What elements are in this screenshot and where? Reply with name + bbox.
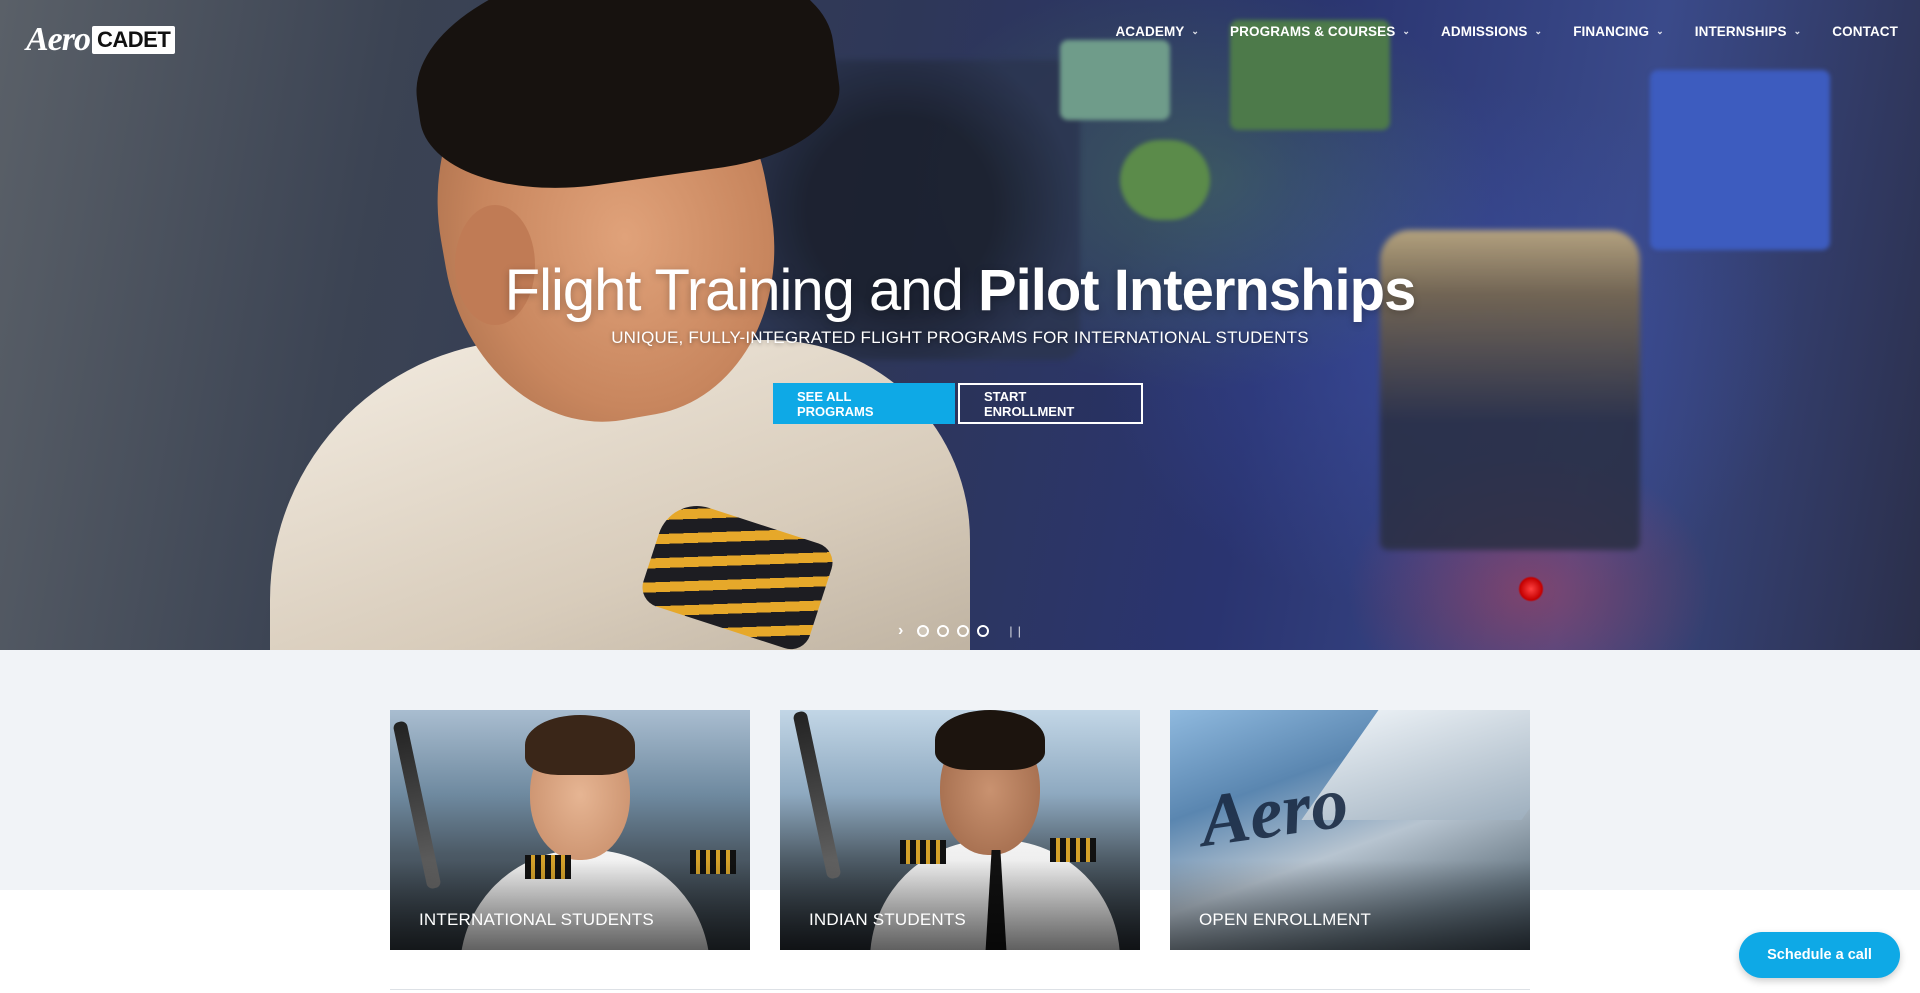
card-label: INTERNATIONAL STUDENTS bbox=[419, 910, 654, 929]
hero-title-light: Flight Training and bbox=[504, 258, 978, 323]
card-shade bbox=[780, 860, 1140, 950]
schedule-call-button[interactable]: Schedule a call bbox=[1739, 932, 1900, 978]
logo-aero-text: Aero bbox=[26, 21, 91, 58]
nav-admissions[interactable]: ADMISSIONS ⌄ bbox=[1441, 24, 1542, 39]
pilot-epaulette bbox=[1050, 838, 1096, 862]
slider-controls: › | | bbox=[898, 622, 1022, 640]
pause-icon[interactable]: | | bbox=[1009, 624, 1022, 638]
nav-label: CONTACT bbox=[1832, 24, 1898, 39]
chevron-down-icon: ⌄ bbox=[1191, 26, 1200, 36]
pilot-hair bbox=[935, 710, 1045, 770]
hero-title: Flight Training and Pilot Internships bbox=[0, 258, 1920, 324]
slider-dot-2[interactable] bbox=[937, 625, 950, 637]
chevron-right-icon[interactable]: › bbox=[898, 622, 903, 640]
slider-dot-4[interactable] bbox=[977, 625, 990, 637]
nav-label: ACADEMY bbox=[1115, 24, 1185, 39]
cockpit-display bbox=[1650, 70, 1830, 250]
slider-dot-1[interactable] bbox=[917, 625, 930, 637]
section-divider bbox=[390, 989, 1530, 990]
hero-buttons: SEE ALL PROGRAMS START ENROLLMENT bbox=[773, 383, 1143, 424]
nav-contact[interactable]: CONTACT bbox=[1832, 24, 1898, 39]
propeller-blade bbox=[792, 710, 842, 880]
cockpit-warning-light bbox=[1518, 576, 1544, 602]
hero-title-bold: Pilot Internships bbox=[977, 258, 1416, 323]
card-international-students[interactable]: INTERNATIONAL STUDENTS bbox=[390, 710, 750, 950]
pilot-hair bbox=[525, 715, 635, 775]
see-all-programs-button[interactable]: SEE ALL PROGRAMS bbox=[773, 383, 955, 424]
card-shade bbox=[1170, 860, 1530, 950]
chevron-down-icon: ⌄ bbox=[1793, 26, 1802, 36]
chevron-down-icon: ⌄ bbox=[1402, 26, 1411, 36]
chevron-down-icon: ⌄ bbox=[1534, 26, 1543, 36]
slider-dot-3[interactable] bbox=[957, 625, 970, 637]
nav-label: FINANCING bbox=[1573, 24, 1650, 39]
nav-programs-courses[interactable]: PROGRAMS & COURSES ⌄ bbox=[1230, 24, 1410, 39]
nav-financing[interactable]: FINANCING ⌄ bbox=[1573, 24, 1664, 39]
nav-label: ADMISSIONS bbox=[1441, 24, 1528, 39]
aircraft-logo: Aero bbox=[1194, 761, 1353, 863]
card-open-enrollment[interactable]: Aero OPEN ENROLLMENT bbox=[1170, 710, 1530, 950]
card-label: OPEN ENROLLMENT bbox=[1199, 910, 1372, 929]
student-cards: INTERNATIONAL STUDENTS INDIAN STUDENTS A… bbox=[390, 710, 1530, 950]
logo-cadet-text: CADET bbox=[92, 26, 176, 54]
main-navigation: ACADEMY ⌄ PROGRAMS & COURSES ⌄ ADMISSION… bbox=[1084, 24, 1898, 39]
card-shade bbox=[390, 860, 750, 950]
nav-internships[interactable]: INTERNSHIPS ⌄ bbox=[1695, 24, 1802, 39]
cockpit-gauge bbox=[1120, 140, 1210, 220]
hero-subtitle: UNIQUE, FULLY-INTEGRATED FLIGHT PROGRAMS… bbox=[611, 328, 1309, 347]
chevron-down-icon: ⌄ bbox=[1656, 26, 1664, 36]
nav-label: INTERNSHIPS bbox=[1694, 24, 1787, 39]
start-enrollment-button[interactable]: START ENROLLMENT bbox=[958, 383, 1143, 424]
hero-text: Flight Training and Pilot Internships UN… bbox=[0, 258, 1920, 348]
cockpit-display bbox=[1060, 40, 1170, 120]
nav-academy[interactable]: ACADEMY ⌄ bbox=[1115, 24, 1199, 39]
nav-label: PROGRAMS & COURSES bbox=[1230, 24, 1396, 39]
hero-banner: Aero CADET ACADEMY ⌄ PROGRAMS & COURSES … bbox=[0, 0, 1920, 650]
card-label: INDIAN STUDENTS bbox=[809, 910, 966, 929]
site-logo[interactable]: Aero CADET bbox=[26, 21, 176, 58]
card-indian-students[interactable]: INDIAN STUDENTS bbox=[780, 710, 1140, 950]
